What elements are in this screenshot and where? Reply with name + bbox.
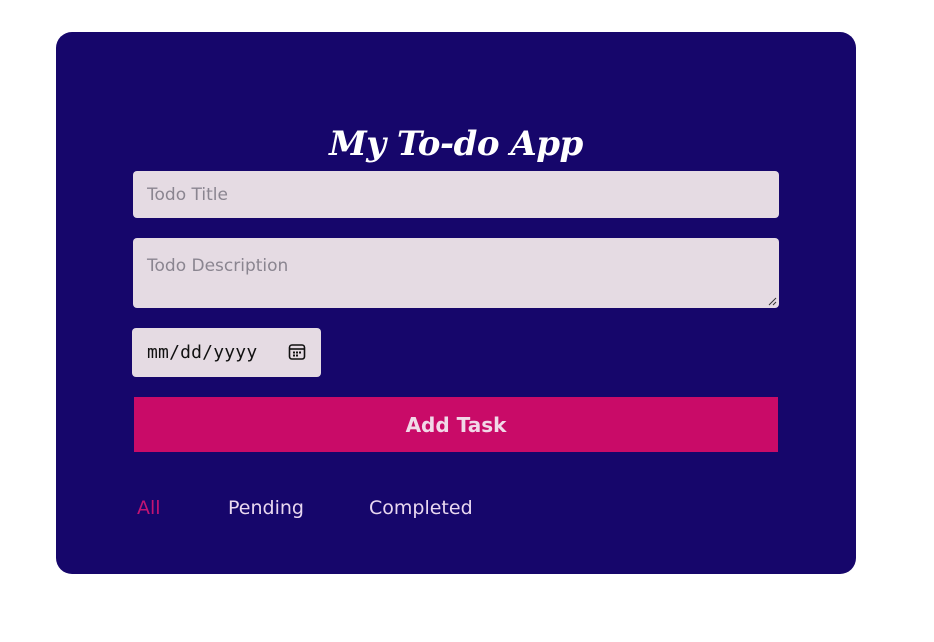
filter-tabs: All Pending Completed (56, 497, 856, 523)
filter-all[interactable]: All (137, 497, 161, 519)
todo-title-input[interactable] (133, 171, 779, 218)
todo-date-input[interactable]: mm/dd/yyyy (132, 328, 321, 377)
todo-description-input[interactable] (133, 238, 779, 308)
todo-card: My To-do App mm/dd/yyyy Add Task All Pen… (56, 32, 856, 574)
filter-pending[interactable]: Pending (228, 497, 304, 519)
calendar-icon[interactable] (288, 343, 306, 361)
app-title: My To-do App (329, 124, 583, 164)
date-placeholder: mm/dd/yyyy (147, 342, 258, 363)
filter-completed[interactable]: Completed (369, 497, 473, 519)
add-task-button[interactable]: Add Task (134, 397, 778, 452)
